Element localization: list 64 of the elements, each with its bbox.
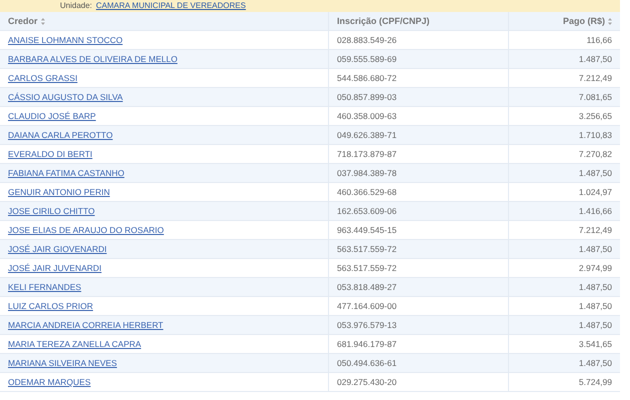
table-cell: 7.270,82 (508, 145, 620, 163)
table-cell: 1.487,50 (508, 354, 620, 372)
sort-icon[interactable] (40, 18, 45, 24)
creditor-link[interactable]: LUIZ CARLOS PRIOR (8, 301, 94, 311)
table-cell: 563.517.559-72 (328, 240, 508, 258)
table-cell: 477.164.609-00 (328, 297, 508, 315)
table-cell: 037.984.389-78 (328, 164, 508, 182)
table-cell: 1.024,97 (508, 183, 620, 201)
table-cell: 681.946.179-87 (328, 335, 508, 353)
table-cell: 460.358.009-63 (328, 107, 508, 125)
table-cell: 1.487,50 (508, 316, 620, 334)
table-cell: 718.173.879-87 (328, 145, 508, 163)
creditor-link[interactable]: CLAUDIO JOSÉ BARP (8, 111, 96, 121)
creditor-link[interactable]: GENUIR ANTONIO PERIN (8, 187, 110, 197)
table-cell: 3.256,65 (508, 107, 620, 125)
table-cell: 3.541,65 (508, 335, 620, 353)
creditor-link[interactable]: KELI FERNANDES (8, 282, 82, 292)
creditor-link[interactable]: ANAISE LOHMANN STOCCO (8, 35, 123, 45)
table-cell: 563.517.559-72 (328, 259, 508, 277)
creditor-link[interactable]: MARIANA SILVEIRA NEVES (8, 358, 117, 368)
table-cell: 5.724,99 (508, 373, 620, 391)
table-cell: 7.081,65 (508, 88, 620, 106)
table-cell: 1.710,83 (508, 126, 620, 144)
table-cell: 028.883.549-26 (328, 31, 508, 49)
table-cell: 1.487,50 (508, 164, 620, 182)
table-cell: 050.857.899-03 (328, 88, 508, 106)
table-cell: 050.494.636-61 (328, 354, 508, 372)
creditor-link[interactable]: CÁSSIO AUGUSTO DA SILVA (8, 92, 123, 102)
column-header[interactable]: Pago (R$) (562, 16, 605, 26)
table-cell: 7.212,49 (508, 69, 620, 87)
column-header: Inscrição (CPF/CNPJ) (337, 16, 430, 26)
table-cell: 162.653.609-06 (328, 202, 508, 220)
table-cell: 7.212,49 (508, 221, 620, 239)
table-cell: 1.487,50 (508, 240, 620, 258)
creditor-link[interactable]: CARLOS GRASSI (8, 73, 78, 83)
unit-link[interactable]: CAMARA MUNICIPAL DE VEREADORES (96, 2, 246, 10)
creditor-link[interactable]: MARIA TEREZA ZANELLA CAPRA (8, 339, 142, 349)
table-cell: 053.976.579-13 (328, 316, 508, 334)
creditor-link[interactable]: BARBARA ALVES DE OLIVEIRA DE MELLO (8, 54, 178, 64)
creditor-link[interactable]: EVERALDO DI BERTI (8, 149, 92, 159)
creditor-link[interactable]: JOSÉ JAIR GIOVENARDI (8, 244, 107, 254)
creditor-link[interactable]: JOSÉ JAIR JUVENARDI (8, 263, 102, 273)
table-cell: 053.818.489-27 (328, 278, 508, 296)
creditor-link[interactable]: ODEMAR MARQUES (8, 377, 91, 387)
sort-icon[interactable] (608, 18, 612, 24)
column-header[interactable]: Credor (8, 16, 38, 26)
table-cell: 029.275.430-20 (328, 373, 508, 391)
unit-label: Unidade: (60, 2, 92, 10)
creditor-link[interactable]: MARCIA ANDREIA CORREIA HERBERT (8, 320, 164, 330)
table-cell: 1.487,50 (508, 297, 620, 315)
table-cell: 1.416,66 (508, 202, 620, 220)
creditor-link[interactable]: FABIANA FATIMA CASTANHO (8, 168, 124, 178)
creditor-link[interactable]: JOSE CIRILO CHITTO (8, 206, 95, 216)
table-cell: 116,66 (508, 31, 620, 49)
table-cell: 059.555.589-69 (328, 50, 508, 68)
creditor-link[interactable]: DAIANA CARLA PEROTTO (8, 130, 113, 140)
table-cell: 544.586.680-72 (328, 69, 508, 87)
table-cell: 2.974,99 (508, 259, 620, 277)
table-cell: 1.487,50 (508, 278, 620, 296)
table-cell: 963.449.545-15 (328, 221, 508, 239)
table-cell: 049.626.389-71 (328, 126, 508, 144)
table-cell: 460.366.529-68 (328, 183, 508, 201)
table-cell: 1.487,50 (508, 50, 620, 68)
creditor-link[interactable]: JOSE ELIAS DE ARAUJO DO ROSARIO (8, 225, 164, 235)
